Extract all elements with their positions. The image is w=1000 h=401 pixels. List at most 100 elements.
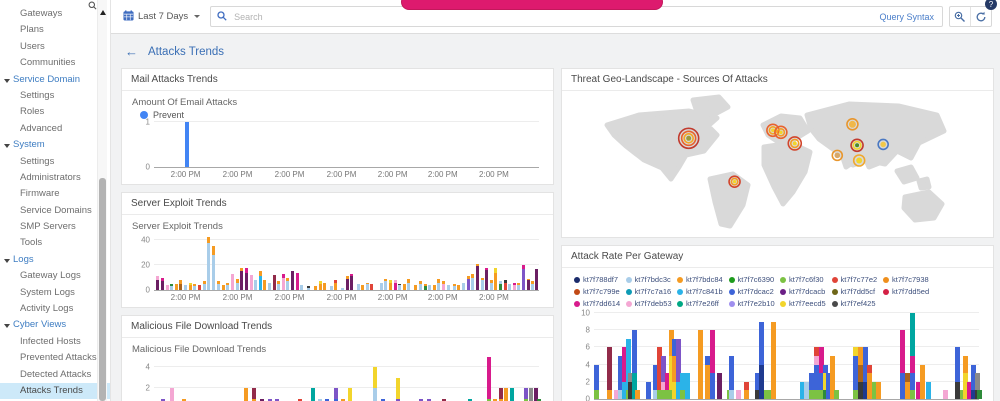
bar[interactable] (323, 283, 326, 290)
bar[interactable] (217, 281, 220, 290)
sidebar-item-service-domain[interactable]: Service Domain (0, 72, 110, 88)
bar[interactable] (231, 274, 234, 290)
bar[interactable] (920, 365, 925, 399)
gateway-legend-item[interactable]: kt7f7e26ff (677, 299, 729, 308)
bar[interactable] (419, 281, 422, 290)
bar[interactable] (535, 269, 538, 290)
bar[interactable] (394, 280, 397, 290)
bar[interactable] (524, 388, 528, 401)
sidebar-scrollbar[interactable] (97, 0, 107, 401)
bar[interactable] (494, 268, 497, 290)
bar[interactable] (286, 278, 289, 290)
bar[interactable] (307, 286, 310, 290)
bar[interactable] (926, 382, 931, 399)
bar[interactable] (632, 330, 637, 399)
sidebar-item-communities[interactable]: Communities (0, 55, 110, 71)
bar[interactable] (207, 237, 210, 291)
bar[interactable] (424, 284, 427, 290)
scrollbar-thumb[interactable] (99, 178, 106, 401)
bar[interactable] (910, 313, 915, 399)
bar[interactable] (179, 280, 182, 290)
gateway-legend-item[interactable]: kt7f7dcacb (780, 287, 832, 296)
sidebar-item-system[interactable]: System (0, 137, 110, 153)
refresh-button[interactable] (970, 7, 991, 26)
gateway-legend-item[interactable]: kt7f7dd5cf (832, 287, 884, 296)
sidebar-item-smp-servers[interactable]: SMP Servers (0, 219, 110, 235)
gateway-legend-item[interactable]: kt7f7deb53 (626, 299, 678, 308)
scroll-up-icon[interactable] (100, 10, 106, 15)
sidebar-item-detected-attacks[interactable]: Detected Attacks (0, 367, 110, 383)
bar[interactable] (759, 322, 764, 399)
sidebar-item-gateway-logs[interactable]: Gateway Logs (0, 268, 110, 284)
bar[interactable] (161, 278, 164, 290)
bar[interactable] (977, 390, 982, 399)
bar[interactable] (193, 284, 196, 290)
bar[interactable] (348, 388, 352, 401)
sidebar-item-plans[interactable]: Plans (0, 22, 110, 38)
sidebar-item-prevented-attacks[interactable]: Prevented Attacks (0, 350, 110, 366)
bar[interactable] (311, 388, 315, 401)
bar[interactable] (226, 283, 229, 290)
sidebar-item-activity-logs[interactable]: Activity Logs (0, 301, 110, 317)
bar[interactable] (389, 280, 392, 290)
bar[interactable] (499, 281, 502, 290)
sidebar-item-infected-hosts[interactable]: Infected Hosts (0, 334, 110, 350)
sidebar-item-settings[interactable]: Settings (0, 154, 110, 170)
bar[interactable] (170, 388, 174, 401)
bar[interactable] (373, 367, 377, 401)
bar[interactable] (527, 279, 530, 290)
bar[interactable] (166, 285, 169, 290)
bar[interactable] (361, 285, 364, 290)
bar[interactable] (263, 280, 266, 290)
bar[interactable] (736, 390, 741, 399)
bar[interactable] (428, 285, 431, 290)
bar[interactable] (403, 284, 406, 290)
bar[interactable] (198, 285, 201, 290)
bar[interactable] (291, 271, 294, 290)
search-zoom-button[interactable] (950, 7, 970, 26)
bar[interactable] (240, 268, 243, 290)
bar[interactable] (943, 390, 948, 399)
sidebar-item-service-domains[interactable]: Service Domains (0, 203, 110, 219)
bar[interactable] (717, 373, 722, 399)
bar[interactable] (330, 286, 333, 290)
bar[interactable] (646, 382, 651, 399)
bar[interactable] (300, 285, 303, 290)
gateway-legend-item[interactable]: kt7f7eecd5 (780, 299, 832, 308)
server-exploit-chart[interactable]: 402002:00 PM2:00 PM2:00 PM2:00 PM2:00 PM… (154, 234, 539, 303)
bar[interactable] (185, 122, 189, 167)
attack-source-marker-center[interactable] (880, 142, 886, 148)
bar[interactable] (487, 357, 491, 401)
bar[interactable] (476, 264, 479, 290)
bar[interactable] (203, 281, 206, 290)
bar[interactable] (744, 382, 749, 399)
bar[interactable] (529, 388, 533, 401)
gateway-legend-item[interactable]: kt7f7dd5ed (883, 287, 935, 296)
bar[interactable] (729, 356, 734, 399)
bar[interactable] (414, 285, 417, 290)
bar[interactable] (508, 284, 511, 290)
bar[interactable] (250, 275, 253, 290)
bar[interactable] (485, 268, 488, 290)
bar[interactable] (499, 388, 503, 401)
bar[interactable] (531, 281, 534, 290)
gateway-legend-item[interactable]: kt7f7c799e (574, 287, 626, 296)
bar[interactable] (259, 271, 262, 290)
bar[interactable] (467, 276, 470, 290)
bar[interactable] (212, 246, 215, 290)
world-map[interactable] (566, 91, 989, 237)
gateway-legend-item[interactable]: kt7f7c7a16 (626, 287, 678, 296)
gateway-legend-item[interactable]: kt7f788df7 (574, 275, 626, 284)
bar[interactable] (222, 285, 225, 290)
bar[interactable] (341, 288, 344, 290)
help-icon[interactable]: ? (985, 0, 997, 10)
bar[interactable] (481, 278, 484, 290)
gateway-legend-item[interactable]: kt7f7bdc3c (626, 275, 678, 284)
bar[interactable] (277, 281, 280, 290)
sidebar-item-firmware[interactable]: Firmware (0, 186, 110, 202)
bar[interactable] (594, 365, 599, 399)
malicious-download-chart[interactable]: 4202:00 PM2:00 PM2:00 PM2:00 PM2:00 PM2:… (154, 357, 539, 401)
bar[interactable] (357, 284, 360, 290)
bar[interactable] (175, 284, 178, 290)
bar[interactable] (407, 279, 410, 290)
